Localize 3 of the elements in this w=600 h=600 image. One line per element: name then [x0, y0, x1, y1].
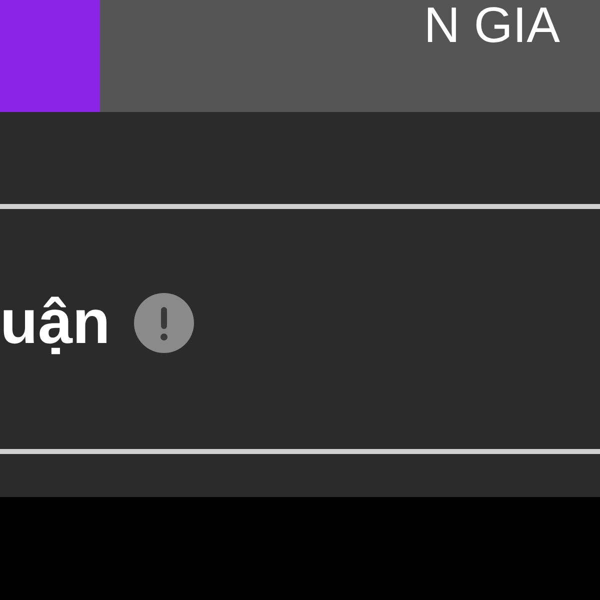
info-icon[interactable]: [134, 293, 194, 353]
section-heading: uận: [0, 286, 110, 359]
header-title: N GIA: [424, 0, 560, 50]
